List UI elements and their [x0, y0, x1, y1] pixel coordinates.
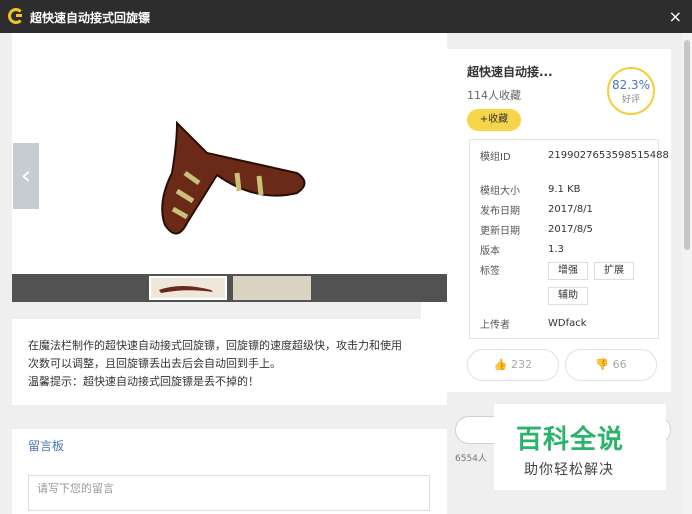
- label-uploader: 上传者: [480, 320, 510, 331]
- label-publish-date: 发布日期: [480, 206, 520, 217]
- rating-label: 好评: [621, 95, 640, 105]
- rating-percent: 82.3%: [611, 78, 651, 92]
- thumbnail-boomerang[interactable]: [149, 276, 227, 300]
- boomerang-image: [161, 120, 306, 235]
- mod-description: 在魔法栏制作的超快速自动接式回旋镖，回旋镖的速度超级快，攻击力和使用 次数可以调…: [12, 319, 447, 405]
- tag-chip[interactable]: 扩展: [594, 262, 634, 280]
- description-line: 次数可以调整，且回旋镖丢出去后会自动回到手上。: [28, 357, 281, 370]
- thumbnail-strip: [12, 274, 447, 302]
- value-update-date: 2017/8/5: [548, 224, 593, 235]
- mod-details: 模组ID 2199027653598515488 模组大小 9.1 KB 发布日…: [469, 139, 669, 339]
- description-line: 在魔法栏制作的超快速自动接式回旋镖，回旋镖的速度超级快，攻击力和使用: [28, 339, 402, 352]
- value-uploader: WDfack: [548, 318, 587, 329]
- tag-chip[interactable]: 辅助: [548, 287, 588, 305]
- window-title: 超快速自动接式回旋镖: [30, 11, 151, 25]
- label-version: 版本: [480, 246, 500, 257]
- favorite-count: 114人收藏: [467, 89, 521, 102]
- thumbs-up-icon: 👍: [493, 358, 508, 371]
- close-icon[interactable]: ×: [669, 7, 682, 26]
- scrollbar-thumb[interactable]: [684, 40, 690, 250]
- watermark-slogan: 助你轻松解决: [524, 462, 614, 478]
- title-bar: 超快速自动接式回旋镖 ×: [0, 0, 692, 33]
- watermark-brand: 百科全说: [516, 425, 625, 455]
- thumbs-down-icon: 👎: [595, 358, 610, 371]
- description-tip: 温馨提示：超快速自动接式回旋镖是丢不掉的！: [28, 375, 259, 388]
- rating-badge: 82.3% 好评: [607, 67, 655, 115]
- value-mod-id: 2199027653598515488: [548, 150, 669, 161]
- dislike-count: 66: [612, 358, 627, 371]
- comment-input[interactable]: 请写下您的留言: [28, 475, 430, 511]
- label-update-date: 更新日期: [480, 226, 520, 237]
- like-button[interactable]: 👍 232: [467, 349, 559, 381]
- content-area: ‹ › 在魔法栏制作的超快速自动接式回旋镖，回旋镖的速度超级快，攻击力和使用 次…: [0, 33, 692, 514]
- add-favorite-button[interactable]: +收藏: [467, 109, 521, 131]
- thumbnail-screenshot[interactable]: [233, 276, 311, 300]
- dislike-button[interactable]: 👎 66: [565, 349, 657, 381]
- prev-image-button[interactable]: ‹: [13, 143, 39, 209]
- label-tags: 标签: [480, 266, 500, 277]
- label-size: 模组大小: [480, 186, 520, 197]
- message-board-title: 留言板: [28, 439, 65, 453]
- tag-chip[interactable]: 增强: [548, 262, 588, 280]
- like-count: 232: [511, 358, 533, 371]
- app-logo-icon: [8, 8, 24, 24]
- value-publish-date: 2017/8/1: [548, 204, 593, 215]
- value-version: 1.3: [548, 244, 564, 255]
- download-count: 6554人: [455, 454, 487, 464]
- mod-info-panel: 超快速自动接... 114人收藏 82.3% 好评 +收藏 模组ID 21990…: [455, 49, 671, 392]
- value-size: 9.1 KB: [548, 184, 581, 195]
- image-gallery: ‹ ›: [12, 33, 637, 392]
- message-board: 留言板 请写下您的留言: [12, 429, 447, 514]
- watermark: 百科全说 助你轻松解决: [494, 404, 666, 490]
- label-mod-id: 模组ID: [480, 152, 511, 163]
- mod-name: 超快速自动接...: [467, 65, 553, 79]
